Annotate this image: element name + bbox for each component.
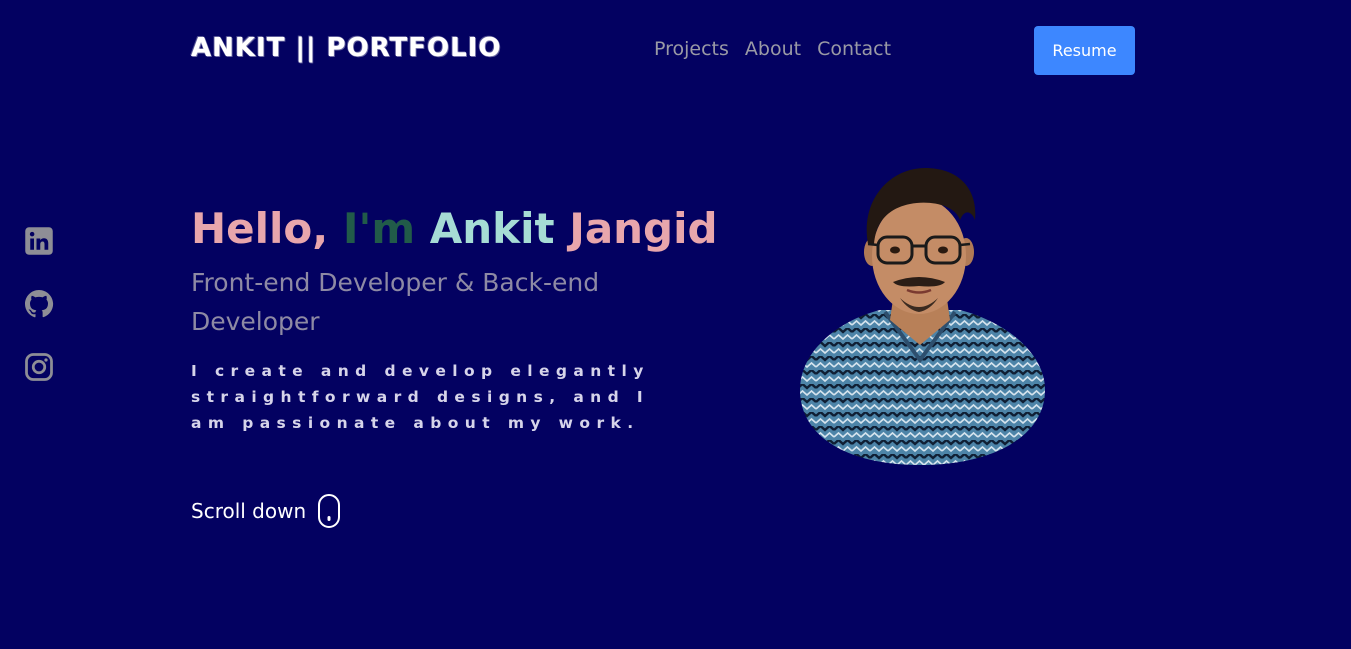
github-link[interactable] <box>24 289 54 319</box>
greeting-last-name: Jangid <box>569 204 718 253</box>
scroll-down-label: Scroll down <box>191 499 307 523</box>
greeting-im: I'm <box>342 204 416 253</box>
social-links <box>24 226 54 382</box>
site-logo[interactable]: ANKIT || PORTFOLIO <box>191 33 502 63</box>
nav-link-projects[interactable]: Projects <box>654 38 729 60</box>
greeting-first-name: Ankit <box>429 204 555 253</box>
nav-link-about[interactable]: About <box>745 38 801 60</box>
profile-photo <box>800 168 1045 465</box>
mouse-icon <box>318 494 341 528</box>
scroll-down-button[interactable]: Scroll down <box>191 494 341 528</box>
github-icon <box>25 290 54 318</box>
hero-role: Front-end Developer & Back-end Developer <box>191 268 600 336</box>
instagram-link[interactable] <box>24 352 54 382</box>
page: ANKIT || PORTFOLIO Projects About Contac… <box>0 0 1351 649</box>
hero-description: I create and develop elegantly straightf… <box>191 362 650 432</box>
instagram-icon <box>25 353 53 381</box>
linkedin-icon <box>25 227 53 255</box>
main-nav: Projects About Contact <box>654 38 891 60</box>
greeting-hello: Hello, <box>191 204 329 253</box>
resume-button[interactable]: Resume <box>1034 26 1135 75</box>
linkedin-link[interactable] <box>24 226 54 256</box>
nav-link-contact[interactable]: Contact <box>817 38 891 60</box>
hero-greeting: Hello, I'm Ankit Jangid <box>191 203 718 255</box>
